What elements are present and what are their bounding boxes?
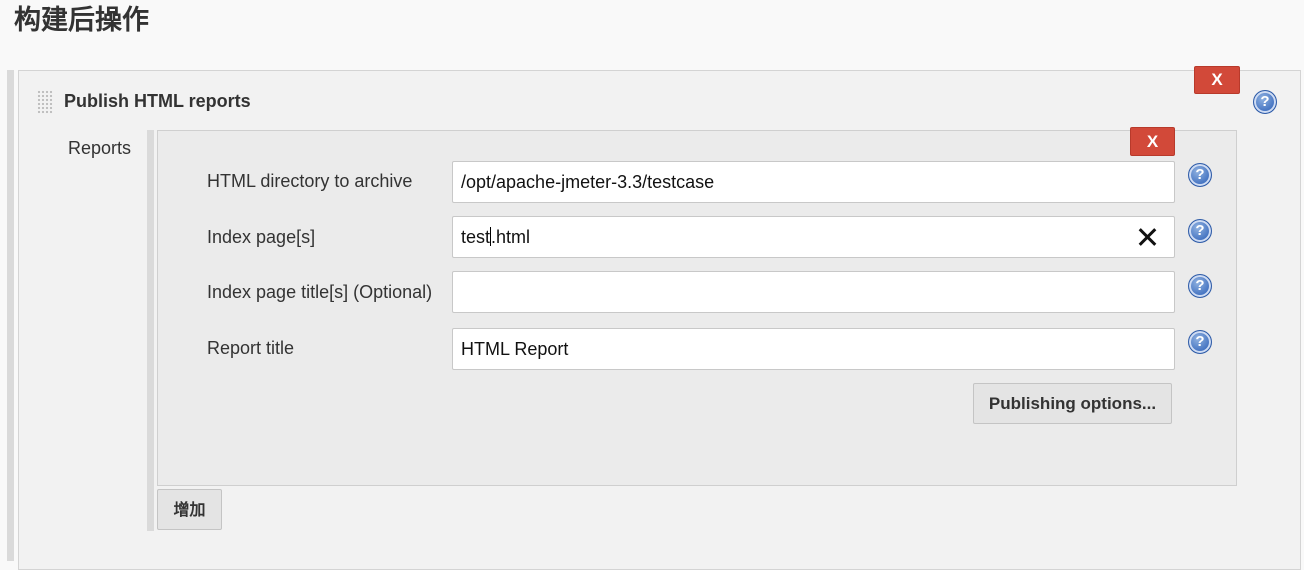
index-pages-value-end: .html [491, 227, 531, 247]
index-pages-label: Index page[s] [207, 227, 316, 247]
reports-label: Reports [68, 138, 132, 158]
help-icon[interactable]: ? [1188, 330, 1212, 354]
page-title: 构建后操作 [14, 5, 149, 36]
index-page-titles-input[interactable] [452, 271, 1175, 313]
report-title-input[interactable]: HTML Report [452, 328, 1175, 370]
html-directory-input[interactable]: /opt/apache-jmeter-3.3/testcase [452, 161, 1175, 203]
help-icon[interactable]: ? [1188, 163, 1212, 187]
clear-icon[interactable] [1136, 226, 1158, 248]
section-left-bar [7, 70, 14, 561]
index-page-titles-label: Index page title[s] (Optional) [207, 282, 433, 302]
publishing-options-button[interactable]: Publishing options... [973, 383, 1172, 424]
section-title: Publish HTML reports [64, 91, 251, 111]
index-pages-value-start: test [461, 227, 491, 247]
html-directory-label: HTML directory to archive [207, 171, 413, 191]
drag-handle-icon[interactable] [37, 90, 53, 114]
help-icon[interactable]: ? [1188, 274, 1212, 298]
add-report-button[interactable]: 增加 [157, 489, 222, 530]
index-pages-input[interactable]: test.html [452, 216, 1175, 258]
help-icon[interactable]: ? [1253, 90, 1277, 114]
delete-publisher-button[interactable]: X [1194, 66, 1240, 94]
reports-left-bar [147, 130, 154, 531]
delete-report-button[interactable]: X [1130, 127, 1175, 156]
help-icon[interactable]: ? [1188, 219, 1212, 243]
report-title-label: Report title [207, 338, 295, 358]
